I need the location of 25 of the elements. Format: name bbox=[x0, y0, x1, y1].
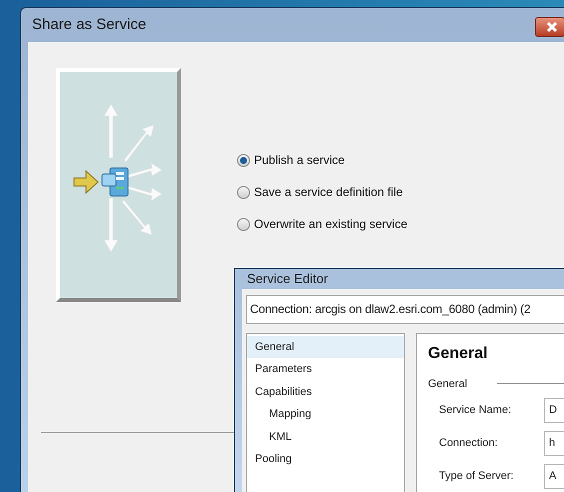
category-item[interactable]: Pooling bbox=[247, 448, 404, 470]
radio-button[interactable] bbox=[237, 154, 250, 166]
close-icon bbox=[546, 21, 558, 33]
category-item[interactable]: General bbox=[247, 336, 404, 358]
category-item[interactable]: Parameters bbox=[247, 358, 404, 380]
category-item[interactable]: Capabilities bbox=[247, 380, 404, 403]
window-title: Service Editor bbox=[247, 270, 328, 288]
option-label[interactable]: Publish a service bbox=[254, 151, 345, 169]
connection-field: Connection: arcgis on dlaw2.esri.com_6080 (admin) (2 bbox=[246, 294, 564, 324]
panel-heading: General bbox=[428, 344, 489, 364]
field-label: Service Name: bbox=[439, 403, 512, 418]
close-button[interactable] bbox=[535, 17, 564, 37]
category-item[interactable]: KML bbox=[247, 426, 404, 448]
radio-button[interactable] bbox=[237, 218, 250, 230]
category-item[interactable]: Mapping bbox=[247, 403, 404, 426]
group-label: General bbox=[428, 376, 468, 392]
field-label: Type of Server: bbox=[439, 469, 515, 484]
window-title: Share as Service bbox=[32, 14, 146, 35]
input-field[interactable]: D bbox=[544, 398, 564, 423]
radio-button[interactable] bbox=[237, 186, 250, 198]
option-label[interactable]: Overwrite an existing service bbox=[254, 215, 408, 233]
input-field[interactable]: h bbox=[544, 431, 564, 456]
field-label: Connection: bbox=[439, 436, 499, 452]
input-field[interactable]: A bbox=[544, 464, 564, 489]
option-label[interactable]: Save a service definition file bbox=[254, 183, 403, 201]
